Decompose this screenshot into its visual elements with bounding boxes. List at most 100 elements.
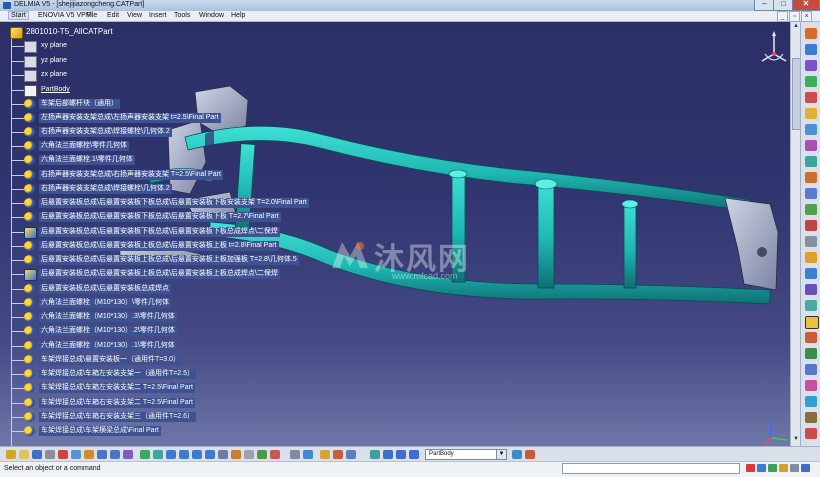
menu-view[interactable]: View — [127, 12, 142, 19]
menu-help[interactable]: Help — [231, 12, 245, 19]
menu-start[interactable]: Start — [8, 11, 29, 20]
measure-icon[interactable] — [805, 380, 817, 391]
iso-view-icon[interactable] — [231, 450, 241, 459]
menu-insert[interactable]: Insert — [149, 12, 167, 19]
normal-view-icon[interactable] — [218, 450, 228, 459]
menu-edit[interactable]: Edit — [107, 12, 119, 19]
groove-icon[interactable] — [805, 92, 817, 103]
remove-icon[interactable] — [805, 332, 817, 343]
copy-icon[interactable] — [71, 450, 81, 459]
pattern-icon[interactable] — [805, 252, 817, 263]
menu-enovia[interactable]: ENOVIA V5 VPM — [38, 12, 92, 19]
doc-minimize-button[interactable]: _ — [777, 11, 788, 22]
pad-icon[interactable] — [805, 44, 817, 55]
split-icon[interactable] — [805, 348, 817, 359]
redo-icon[interactable] — [110, 450, 120, 459]
feature-icon — [24, 355, 35, 365]
swap-space-icon[interactable] — [270, 450, 280, 459]
feature-icon — [24, 212, 35, 222]
sketch-icon[interactable] — [805, 28, 817, 39]
tray-icon[interactable] — [801, 464, 810, 472]
stop-icon[interactable] — [805, 428, 817, 439]
3d-viewport[interactable]: 2801010-T5_AllCATPart xy plane yz plane … — [0, 22, 800, 446]
mirror-icon[interactable] — [805, 268, 817, 279]
render-style-icon[interactable] — [244, 450, 254, 459]
axis-gizmo-icon — [764, 422, 788, 445]
print-icon[interactable] — [45, 450, 55, 459]
axis-system-icon[interactable] — [370, 450, 380, 459]
hole-icon[interactable] — [805, 108, 817, 119]
part-icon — [10, 27, 23, 39]
paste-icon[interactable] — [84, 450, 94, 459]
tray-icon[interactable] — [768, 464, 777, 472]
right-toolbar — [800, 22, 820, 446]
pan-icon[interactable] — [166, 450, 176, 459]
shell-icon[interactable] — [805, 204, 817, 215]
update-icon[interactable] — [290, 450, 300, 459]
point-icon[interactable] — [383, 450, 393, 459]
hide-show-icon[interactable] — [257, 450, 267, 459]
compass-icon[interactable] — [757, 30, 791, 68]
scaling-icon[interactable] — [805, 284, 817, 295]
cut-icon[interactable] — [58, 450, 68, 459]
doc-restore-button[interactable]: ▫ — [789, 11, 800, 22]
tree-label: 后悬置安装板总成\后悬置安装板总成焊点 — [39, 284, 171, 294]
maximize-button[interactable]: □ — [773, 0, 794, 11]
zoom-in-icon[interactable] — [192, 450, 202, 459]
draft-icon[interactable] — [805, 188, 817, 199]
tree-label: 六角法兰面螺栓（M10*130）\零件几何体 — [39, 298, 171, 308]
doc-close-button[interactable]: × — [801, 11, 812, 22]
plane-tool-icon[interactable] — [409, 450, 419, 459]
undo-icon[interactable] — [97, 450, 107, 459]
ime-icon[interactable] — [746, 464, 755, 472]
line-icon[interactable] — [396, 450, 406, 459]
sketcher-icon[interactable] — [320, 450, 330, 459]
analysis-icon[interactable] — [805, 396, 817, 407]
surface-icon[interactable] — [805, 364, 817, 375]
minimize-button[interactable]: – — [754, 0, 775, 11]
body-icon — [24, 85, 37, 97]
tray-icon[interactable] — [779, 464, 788, 472]
fit-all-icon[interactable] — [153, 450, 163, 459]
measure-between-icon[interactable] — [333, 450, 343, 459]
whats-this-icon[interactable] — [123, 450, 133, 459]
new-icon[interactable] — [6, 450, 16, 459]
chamfer-icon[interactable] — [805, 172, 817, 183]
fly-mode-icon[interactable] — [140, 450, 150, 459]
slot-icon[interactable] — [805, 140, 817, 151]
close-button[interactable]: ✕ — [792, 0, 820, 11]
save-icon[interactable] — [32, 450, 42, 459]
change-body-icon[interactable] — [525, 450, 535, 459]
open-icon[interactable] — [19, 450, 29, 459]
thickness-icon[interactable] — [805, 220, 817, 231]
boolean-icon[interactable] — [805, 300, 817, 311]
rotate-icon[interactable] — [179, 450, 189, 459]
material-icon[interactable] — [805, 412, 817, 423]
menu-window[interactable]: Window — [199, 12, 224, 19]
scroll-down-icon[interactable]: ▼ — [792, 436, 800, 444]
shaft-icon[interactable] — [805, 76, 817, 87]
rib-icon[interactable] — [805, 124, 817, 135]
menu-tools[interactable]: Tools — [174, 12, 190, 19]
constraint-icon[interactable] — [303, 450, 313, 459]
feature-icon — [24, 141, 35, 151]
tray-icon[interactable] — [757, 464, 766, 472]
tree-connector-line — [11, 34, 12, 446]
tree-label: 车架焊接总成\车箱左安装支架二 T=2.5\Final Part — [39, 383, 195, 393]
fillet-icon[interactable] — [805, 156, 817, 167]
feature-icon — [24, 255, 35, 265]
scroll-up-icon[interactable]: ▲ — [792, 23, 800, 31]
body-select[interactable]: PartBody ▼ — [425, 449, 507, 460]
thread-icon[interactable] — [805, 236, 817, 247]
zoom-out-icon[interactable] — [205, 450, 215, 459]
tree-label: 后悬置安装板总成\后悬置安装板下板总成\后悬置安装板下板总成焊点\二保焊 — [39, 227, 280, 237]
chevron-down-icon[interactable]: ▼ — [496, 450, 506, 459]
define-in-work-object-icon[interactable] — [512, 450, 522, 459]
feature-icon — [24, 170, 35, 180]
menu-file[interactable]: File — [86, 12, 97, 19]
pocket-icon[interactable] — [805, 60, 817, 71]
union-trim-icon[interactable] — [805, 316, 819, 329]
command-input[interactable] — [562, 463, 740, 474]
tray-icon[interactable] — [790, 464, 799, 472]
measure-item-icon[interactable] — [346, 450, 356, 459]
